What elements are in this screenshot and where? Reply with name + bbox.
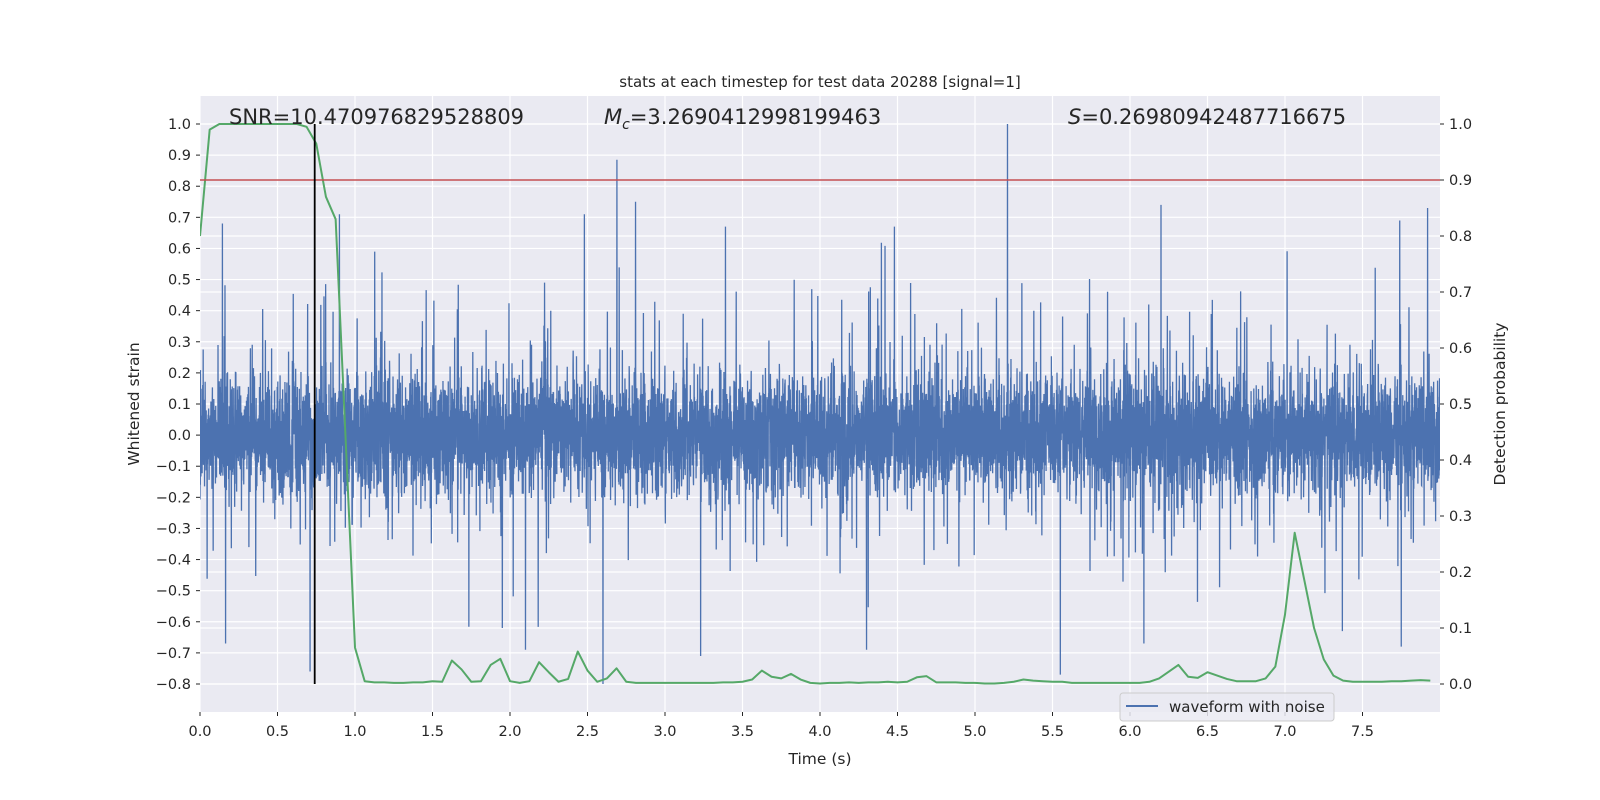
y-tick-label-left: 1.0 xyxy=(168,117,191,133)
y-tick-label-left: 0.3 xyxy=(168,335,191,351)
y-axis-label-right: Detection probability xyxy=(1491,323,1509,486)
y-tick-label-right: 0.0 xyxy=(1449,677,1472,693)
x-tick-label: 0.5 xyxy=(266,724,289,740)
y-tick-label-left: 0.8 xyxy=(168,179,191,195)
x-tick-label: 5.5 xyxy=(1041,724,1064,740)
x-tick-label: 7.5 xyxy=(1351,724,1374,740)
y-tick-label-left: 0.0 xyxy=(168,428,191,444)
y-tick-label-right: 0.5 xyxy=(1449,397,1472,413)
y-tick-label-left: −0.4 xyxy=(156,553,191,569)
y-tick-label-left: −0.2 xyxy=(156,490,191,506)
y-tick-label-left: 0.9 xyxy=(168,148,191,164)
y-tick-label-right: 0.1 xyxy=(1449,621,1472,637)
y-tick-label-left: −0.1 xyxy=(156,459,191,475)
y-tick-label-left: −0.6 xyxy=(156,615,191,631)
x-tick-label: 7.0 xyxy=(1273,724,1296,740)
x-tick-label: 6.5 xyxy=(1196,724,1219,740)
chirp-mass-annotation: Mc=3.2690412998199463 xyxy=(604,105,881,133)
y-tick-label-right: 0.4 xyxy=(1449,453,1472,469)
mc-symbol: M xyxy=(604,105,622,129)
y-tick-label-left: 0.1 xyxy=(168,397,191,413)
x-tick-label: 4.0 xyxy=(808,724,831,740)
mc-value: =3.2690412998199463 xyxy=(630,105,881,129)
s-symbol: S xyxy=(1068,105,1081,129)
y-tick-label-right: 0.3 xyxy=(1449,509,1472,525)
chart: stats at each timestep for test data 202… xyxy=(125,73,1509,768)
y-tick-label-left: −0.8 xyxy=(156,677,191,693)
y-tick-label-right: 1.0 xyxy=(1449,117,1472,133)
y-tick-label-right: 0.8 xyxy=(1449,229,1472,245)
y-tick-label-left: 0.5 xyxy=(168,273,191,289)
x-tick-label: 1.0 xyxy=(343,724,366,740)
x-tick-label: 3.5 xyxy=(731,724,754,740)
legend-label-waveform: waveform with noise xyxy=(1169,698,1325,716)
snr-annotation: SNR=10.470976829528809 xyxy=(229,105,524,129)
legend: waveform with noise xyxy=(1119,692,1335,722)
y-axis-label-left: Whitened strain xyxy=(125,342,143,465)
y-tick-label-left: −0.5 xyxy=(156,584,191,600)
s-value: =0.26980942487716675 xyxy=(1081,105,1346,129)
y-tick-label-left: −0.7 xyxy=(156,646,191,662)
x-tick-label: 5.0 xyxy=(963,724,986,740)
y-tick-label-left: 0.2 xyxy=(168,366,191,382)
chart-title: stats at each timestep for test data 202… xyxy=(619,73,1020,91)
y-tick-label-right: 0.7 xyxy=(1449,285,1472,301)
x-tick-label: 2.5 xyxy=(576,724,599,740)
y-tick-label-left: −0.3 xyxy=(156,521,191,537)
x-tick-label: 2.0 xyxy=(498,724,521,740)
y-tick-label-left: 0.6 xyxy=(168,241,191,257)
x-tick-label: 6.0 xyxy=(1118,724,1141,740)
y-tick-label-left: 0.7 xyxy=(168,210,191,226)
x-axis-label: Time (s) xyxy=(787,750,851,768)
x-tick-label: 3.0 xyxy=(653,724,676,740)
y-tick-label-left: 0.4 xyxy=(168,304,191,320)
s-annotation: S=0.26980942487716675 xyxy=(1068,105,1346,129)
x-tick-label: 4.5 xyxy=(886,724,909,740)
x-tick-label: 0.0 xyxy=(188,724,211,740)
y-tick-label-right: 0.2 xyxy=(1449,565,1472,581)
x-tick-label: 1.5 xyxy=(421,724,444,740)
y-tick-label-right: 0.6 xyxy=(1449,341,1472,357)
y-tick-label-right: 0.9 xyxy=(1449,173,1472,189)
